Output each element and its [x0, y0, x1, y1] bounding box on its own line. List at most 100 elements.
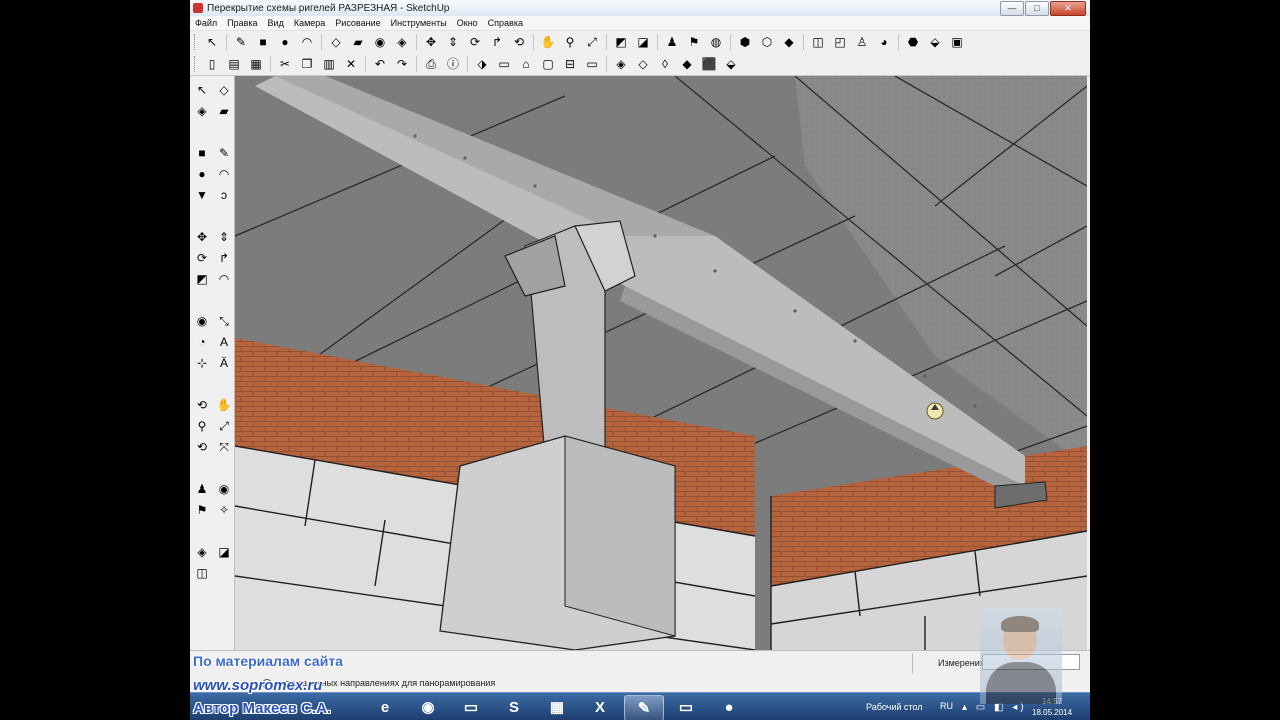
sketchup-icon[interactable]: ✎	[624, 695, 664, 720]
toolbar-grip[interactable]	[194, 34, 198, 50]
push-pull-icon[interactable]: ⇕	[444, 33, 462, 51]
look-around-icon[interactable]: ◍	[707, 33, 725, 51]
iso-view-icon[interactable]: ⬗	[473, 55, 491, 73]
menu-file[interactable]: Файл	[190, 18, 222, 28]
move-icon[interactable]: ✥	[192, 227, 212, 247]
polygon-icon[interactable]: ▼	[192, 185, 212, 205]
follow-me-icon[interactable]: ↱	[214, 248, 234, 268]
photo-texture-icon[interactable]: ▣	[948, 33, 966, 51]
pan-hand-icon[interactable]: ✋	[539, 33, 557, 51]
move-icon[interactable]: ✥	[422, 33, 440, 51]
dimension-icon[interactable]: ⤡	[214, 311, 234, 331]
paste-icon[interactable]: ▥	[320, 55, 338, 73]
zoom-extents-icon[interactable]: ⤢	[583, 33, 601, 51]
zoom-icon[interactable]: ⚲	[561, 33, 579, 51]
select-icon[interactable]: ↖	[192, 80, 212, 100]
push-pull-icon[interactable]: ⇕	[214, 227, 234, 247]
circle-icon[interactable]: ●	[192, 164, 212, 184]
select-arrow-icon[interactable]: ↖	[203, 33, 221, 51]
menu-edit[interactable]: Правка	[222, 18, 262, 28]
excel-icon[interactable]: X	[581, 695, 619, 719]
paint-bucket-icon[interactable]: ◈	[192, 101, 212, 121]
make-component-icon[interactable]: ◇	[214, 80, 234, 100]
walk-icon[interactable]: ⚑	[685, 33, 703, 51]
camera-recorder-icon[interactable]: ●	[710, 695, 748, 719]
sandbox-icon[interactable]: ◪	[214, 542, 234, 562]
skype-icon[interactable]: S	[495, 695, 533, 719]
library-icon[interactable]: ▦	[538, 695, 576, 719]
warehouse-icon[interactable]: ⬣	[904, 33, 922, 51]
position-camera-icon[interactable]: ♟	[663, 33, 681, 51]
circle-icon[interactable]: ●	[276, 33, 294, 51]
close-button[interactable]: ✕	[1050, 1, 1086, 16]
open-file-icon[interactable]: ▤	[225, 55, 243, 73]
rectangle-icon[interactable]: ■	[192, 143, 212, 163]
globe-icon[interactable]: ◕	[875, 33, 893, 51]
display-section-icon[interactable]: ◪	[634, 33, 652, 51]
style-xray-icon[interactable]: ◫	[809, 33, 827, 51]
tape-measure-icon[interactable]: ◉	[371, 33, 389, 51]
offset-icon[interactable]: ◠	[214, 269, 234, 289]
zoom-extents-icon[interactable]: ⤧	[214, 437, 234, 457]
redo-icon[interactable]: ↷	[393, 55, 411, 73]
menu-help[interactable]: Справка	[483, 18, 528, 28]
section-plane-icon[interactable]: ◩	[612, 33, 630, 51]
back-view-icon[interactable]: ⊟	[561, 55, 579, 73]
look-around-icon[interactable]: ◉	[214, 479, 234, 499]
firefox-icon[interactable]: ◉	[409, 695, 447, 719]
3d-viewport[interactable]	[235, 76, 1087, 650]
make-component-icon[interactable]: ◇	[327, 33, 345, 51]
eraser-icon[interactable]: ▰	[349, 33, 367, 51]
save-icon[interactable]: ▦	[247, 55, 265, 73]
menu-draw[interactable]: Рисование	[330, 18, 385, 28]
shaded-texture-icon[interactable]: ⬛	[700, 55, 718, 73]
style-wireframe-icon[interactable]: ◰	[831, 33, 849, 51]
arc-icon[interactable]: ◠	[214, 164, 234, 184]
menu-view[interactable]: Вид	[263, 18, 289, 28]
sandbox-smoove-icon[interactable]: ◫	[192, 563, 212, 583]
rotate-icon[interactable]: ⟳	[466, 33, 484, 51]
zoom-icon[interactable]: ⚲	[192, 416, 212, 436]
tape-measure-icon[interactable]: ◉	[192, 311, 212, 331]
axes-navigate-icon[interactable]: ✧	[214, 500, 234, 520]
scale-icon[interactable]: ◩	[192, 269, 212, 289]
maximize-button[interactable]: □	[1025, 1, 1049, 16]
right-view-icon[interactable]: ▢	[539, 55, 557, 73]
3d-text-icon[interactable]: Ä	[214, 353, 234, 373]
extension-icon[interactable]: ⬙	[926, 33, 944, 51]
desktop-toolbar-label[interactable]: Рабочий стол	[866, 702, 923, 712]
component-icon[interactable]: ◆	[780, 33, 798, 51]
top-view-icon[interactable]: ▭	[495, 55, 513, 73]
left-view-icon[interactable]: ▭	[583, 55, 601, 73]
figure-icon[interactable]: ♙	[853, 33, 871, 51]
paint-bucket-icon[interactable]: ◈	[393, 33, 411, 51]
position-camera-icon[interactable]: ♟	[192, 479, 212, 499]
rectangle-icon[interactable]: ■	[254, 33, 272, 51]
zoom-window-icon[interactable]: ⤢	[214, 416, 234, 436]
text-icon[interactable]: A	[214, 332, 234, 352]
protractor-icon[interactable]: ◔	[192, 332, 212, 352]
freehand-icon[interactable]: ↄ	[214, 185, 234, 205]
arc-icon[interactable]: ◠	[298, 33, 316, 51]
explorer-folder-icon[interactable]: ▭	[452, 695, 490, 719]
copy-icon[interactable]: ❐	[298, 55, 316, 73]
minimize-button[interactable]: —	[1000, 1, 1024, 16]
title-bar[interactable]: Перекрытие схемы ригелей РАЗРЕЗНАЯ - Ske…	[190, 0, 1090, 16]
walk-icon[interactable]: ⚑	[192, 500, 212, 520]
share-model-icon[interactable]: ⬡	[758, 33, 776, 51]
undo-icon[interactable]: ↶	[371, 55, 389, 73]
section-plane-icon[interactable]: ◈	[192, 542, 212, 562]
cut-icon[interactable]: ✂	[276, 55, 294, 73]
delete-icon[interactable]: ✕	[342, 55, 360, 73]
pan-hand-icon[interactable]: ✋	[214, 395, 234, 415]
xray-face-icon[interactable]: ◈	[612, 55, 630, 73]
pencil-icon[interactable]: ✎	[232, 33, 250, 51]
wireframe-face-icon[interactable]: ◇	[634, 55, 652, 73]
follow-me-icon[interactable]: ↱	[488, 33, 506, 51]
rotate-icon[interactable]: ⟳	[192, 248, 212, 268]
model-info-icon[interactable]: ⓘ	[444, 55, 462, 73]
orbit-icon[interactable]: ⟲	[192, 395, 212, 415]
print-icon[interactable]: ⎙	[422, 55, 440, 73]
menu-tools[interactable]: Инструменты	[386, 18, 452, 28]
ie-icon[interactable]: e	[366, 695, 404, 719]
